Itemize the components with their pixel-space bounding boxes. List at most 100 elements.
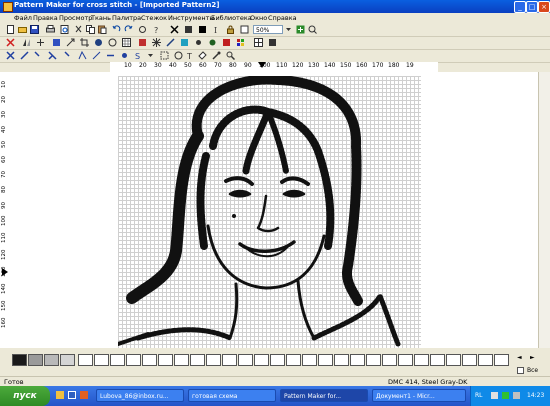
full-stitch-icon[interactable] [170,25,179,34]
palette-swatch[interactable] [494,354,509,366]
petite-stitch-icon[interactable] [64,51,73,60]
rectangle-select-icon[interactable] [160,51,169,60]
dropdown-arrow-icon[interactable] [146,51,155,60]
backstitch-icon[interactable] [166,38,175,47]
menu-stitch[interactable]: Стежок [141,14,167,22]
symbol-toggle-icon[interactable] [268,38,277,47]
pattern-icon[interactable] [152,38,161,47]
all-checkbox[interactable] [517,367,524,374]
magnifier-icon[interactable] [226,51,235,60]
new-icon[interactable] [6,25,15,34]
menu-file[interactable]: Файл [14,14,32,22]
palette-swatch[interactable] [254,354,269,366]
palette-scroll-right-icon[interactable]: ► [530,354,540,361]
taskbar-item-pattern-maker[interactable]: Pattern Maker for... [280,389,368,402]
palette-swatch[interactable] [222,354,237,366]
straight-line-icon[interactable] [106,51,115,60]
paste-icon[interactable] [98,25,107,34]
bead-icon[interactable] [208,38,217,47]
stitch-mode-icon[interactable] [184,25,193,34]
start-button[interactable]: пуск [0,386,50,406]
palette-swatch[interactable] [110,354,125,366]
minimize-button[interactable]: _ [514,1,526,13]
ellipse-tool-icon[interactable] [174,51,183,60]
delete-icon[interactable] [6,38,15,47]
pattern-grid[interactable] [118,76,421,348]
palette-swatch[interactable] [78,354,93,366]
quicklaunch-media-icon[interactable] [80,391,88,399]
print-icon[interactable] [46,25,55,34]
palette-swatch[interactable] [12,354,27,366]
palette-swatch[interactable] [94,354,109,366]
color-picker-icon[interactable] [236,38,245,47]
three-quarter-stitch-icon[interactable] [48,51,57,60]
menu-edit[interactable]: Правка [33,14,58,22]
palette-swatch[interactable] [430,354,445,366]
palette-swatch[interactable] [414,354,429,366]
palette-swatch[interactable] [366,354,381,366]
backstitch-tool-icon[interactable] [78,51,87,60]
fill-tool-icon[interactable] [198,51,207,60]
line-tool-icon[interactable] [92,51,101,60]
open-icon[interactable] [18,25,27,34]
palette-swatch[interactable] [302,354,317,366]
palette-swatch[interactable] [350,354,365,366]
zoom-out-icon[interactable] [308,25,317,34]
eyedropper-icon[interactable] [212,51,221,60]
palette-swatch[interactable] [334,354,349,366]
maximize-button[interactable]: □ [526,1,538,13]
palette-swatch[interactable] [478,354,493,366]
cut-icon[interactable] [74,25,83,34]
palette-swatch[interactable] [126,354,141,366]
tray-network-icon[interactable] [491,392,498,399]
fill-icon[interactable] [180,38,189,47]
palette-swatch[interactable] [190,354,205,366]
zoom-in-icon[interactable] [296,25,305,34]
move-icon[interactable] [36,38,45,47]
palette-swatch[interactable] [60,354,75,366]
palette-swatch[interactable] [142,354,157,366]
palette-swatch[interactable] [238,354,253,366]
palette-swatch[interactable] [462,354,477,366]
copy-icon[interactable] [86,25,95,34]
vertical-scrollbar[interactable] [538,72,550,348]
undo-icon[interactable] [112,25,121,34]
symbol-mode-icon[interactable] [198,25,207,34]
flip-icon[interactable] [22,38,31,47]
tray-security-icon[interactable] [502,392,509,399]
save-icon[interactable] [30,25,39,34]
taskbar-item-folder[interactable]: готовая схема [188,389,276,402]
text-mode-icon[interactable]: I [212,25,221,34]
palette-swatch[interactable] [398,354,413,366]
taskbar-item-word[interactable]: Документ1 - Micr... [372,389,466,402]
grid-toggle-icon[interactable] [254,38,263,47]
zoom-select[interactable]: 50% [253,25,283,34]
language-indicator[interactable]: RL [475,392,483,399]
palette-scroll-left-icon[interactable]: ◄ [517,354,527,361]
menu-window[interactable]: Окно [250,14,267,22]
menu-library[interactable]: Библиотека [211,14,252,22]
quicklaunch-ie-icon[interactable] [56,391,64,399]
palette-swatch[interactable] [318,354,333,366]
grid-icon[interactable] [122,38,131,47]
quarter-stitch-icon[interactable] [34,51,43,60]
menu-help[interactable]: Справка [268,14,297,22]
palette-swatch[interactable] [158,354,173,366]
rotate-icon[interactable] [138,25,147,34]
zoom-dropdown-arrow-icon[interactable] [284,25,293,34]
sort-icon[interactable] [108,38,117,47]
resize-icon[interactable] [66,38,75,47]
help-icon[interactable]: ? [152,25,161,34]
menu-fabric[interactable]: Ткань [91,14,111,22]
redo-icon[interactable] [124,25,133,34]
tray-volume-icon[interactable] [513,392,520,399]
lock-icon[interactable] [226,25,235,34]
cross-tool-icon[interactable] [6,51,15,60]
menu-palette[interactable]: Палитра [112,14,141,22]
select-all-icon[interactable] [52,38,61,47]
close-button[interactable]: × [538,1,550,13]
palette-swatch[interactable] [28,354,43,366]
palette-swatch[interactable] [174,354,189,366]
curve-tool-icon[interactable]: S [134,51,143,60]
fabric-icon[interactable] [240,25,249,34]
